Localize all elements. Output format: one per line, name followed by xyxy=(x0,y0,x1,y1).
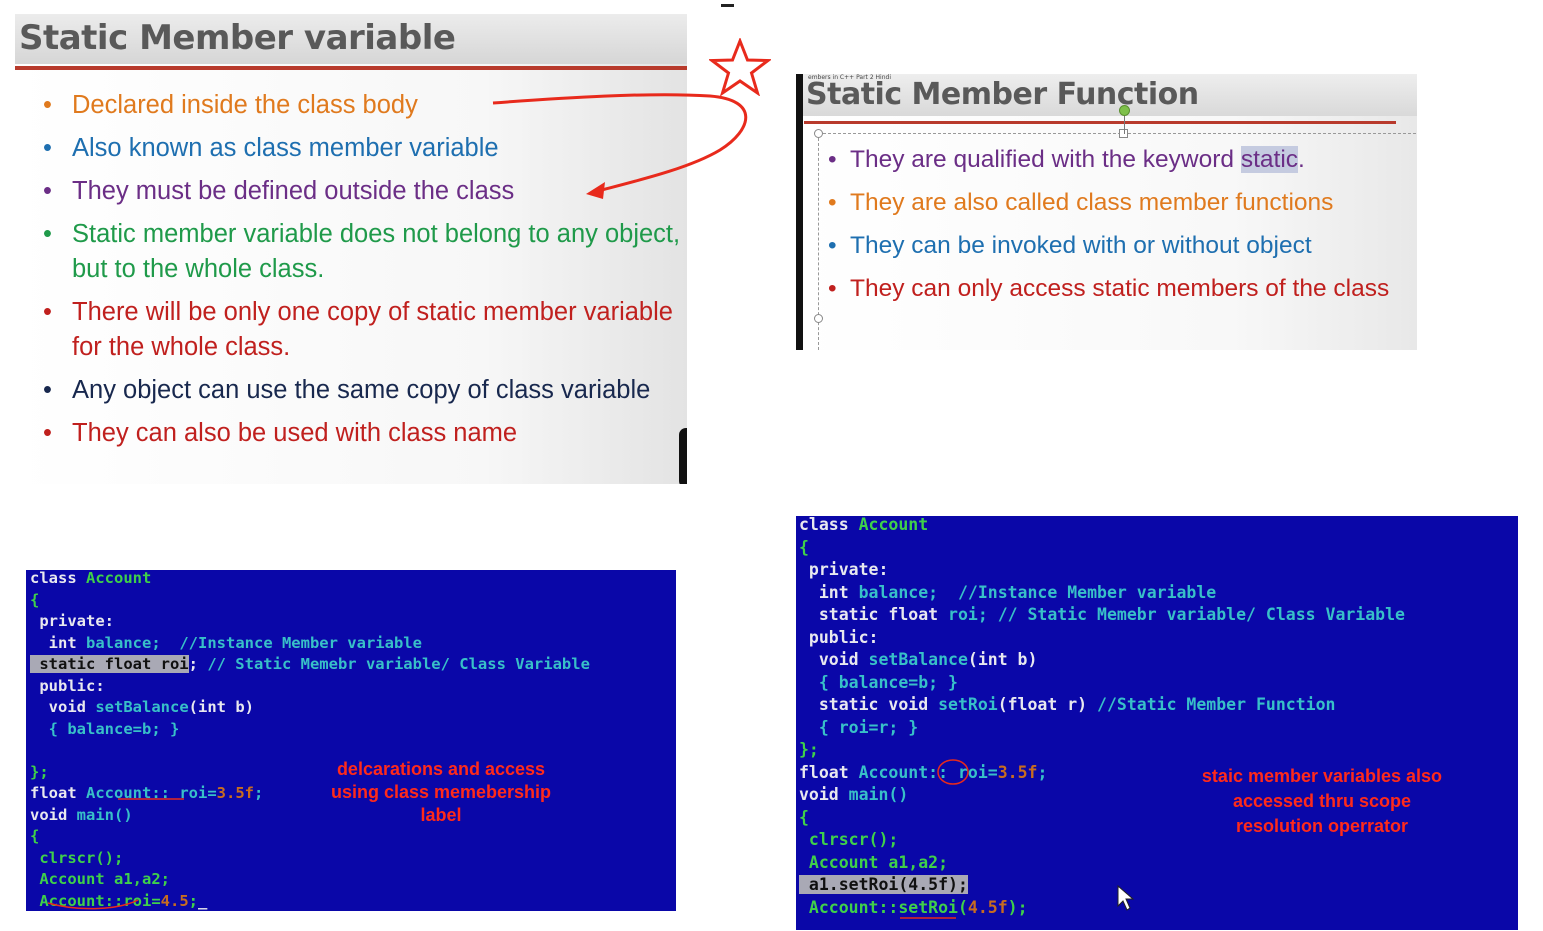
bullet-dot: • xyxy=(43,220,52,248)
bullet-text: They can be invoked with or without obje… xyxy=(850,232,1312,259)
slide-title: Static Member variable xyxy=(19,18,456,58)
bullet-text: They are qualified with the keyword xyxy=(850,146,1241,173)
code-screen-left: class Account{ private: int balance; //I… xyxy=(26,570,676,911)
resize-handle[interactable] xyxy=(814,314,823,323)
rotate-handle[interactable] xyxy=(1119,105,1130,116)
bullet-item: • Static member variable does not belong … xyxy=(41,217,687,287)
bullet-dot: • xyxy=(828,146,837,173)
bullet-text: Declared inside the class body xyxy=(72,91,418,119)
bullet-dot: • xyxy=(828,189,837,216)
bullet-text: Static member variable does not belong t… xyxy=(72,220,681,283)
bullet-dot: • xyxy=(43,177,52,205)
bullet-dot: • xyxy=(43,376,52,404)
underline-marks xyxy=(900,759,1135,919)
bullet-item: • Any object can use the same copy of cla… xyxy=(41,373,687,408)
code-screen-right: class Account{ private: int balance; //I… xyxy=(796,516,1518,930)
bullet-list: • Declared inside the class body • Also kno… xyxy=(41,88,687,459)
static-member-function-slide: embers in C++ Part 2 Hindi Static Member… xyxy=(796,74,1417,350)
bullet-item: • Declared inside the class body xyxy=(41,88,687,123)
resize-handle[interactable] xyxy=(814,129,823,138)
dash-mark xyxy=(721,4,734,7)
bullet-dot: • xyxy=(828,275,837,302)
bullet-text: They can only access static members of t… xyxy=(850,275,1390,302)
video-edge-mark xyxy=(679,428,687,484)
bullet-list: • They are qualified with the keyword sta… xyxy=(826,142,1406,314)
static-member-variable-slide: Static Member variable • Declared inside … xyxy=(15,14,687,484)
bullet-text: Also known as class member variable xyxy=(72,134,499,162)
bullet-text: They are also called class member functi… xyxy=(850,189,1334,216)
selected-word: static xyxy=(1240,146,1299,173)
selection-box-top xyxy=(818,133,1416,134)
slide-title: Static Member Function xyxy=(806,77,1199,112)
bullet-item: • They must be defined outside the class xyxy=(41,174,687,209)
bullet-item: • There will be only one copy of static m… xyxy=(41,295,687,365)
bullet-dot: • xyxy=(43,419,52,447)
left-edge-bar xyxy=(796,74,803,350)
bullet-item: • They are also called class member funct… xyxy=(826,185,1406,220)
bullet-item: • They can be invoked with or without obj… xyxy=(826,228,1406,263)
bullet-item: • They can only access static members of … xyxy=(826,271,1406,306)
bullet-text: They must be defined outside the class xyxy=(72,177,515,205)
bullet-item: • Also known as class member variable xyxy=(41,131,687,166)
annotation-text: staic member variables also accessed thr… xyxy=(1201,766,1443,836)
title-underline xyxy=(804,121,1396,124)
star-icon xyxy=(709,38,771,96)
bullet-dot: • xyxy=(828,232,837,259)
bullet-item: • They can also be used with class name xyxy=(41,416,687,451)
rotate-connector xyxy=(1124,114,1125,134)
bullet-text-end: . xyxy=(1298,146,1305,173)
bullet-text: Any object can use the same copy of clas… xyxy=(72,376,651,404)
bullet-dot: • xyxy=(43,134,52,162)
bullet-text: There will be only one copy of static me… xyxy=(72,298,673,361)
title-underline xyxy=(15,66,687,70)
underline-marks xyxy=(47,798,184,910)
bullet-text: They can also be used with class name xyxy=(72,419,518,447)
bullet-dot: • xyxy=(43,91,52,119)
annotation-text: delcarations and access using class meme… xyxy=(330,759,552,825)
bullet-item: • They are qualified with the keyword sta… xyxy=(826,142,1406,177)
bullet-dot: • xyxy=(43,298,52,326)
